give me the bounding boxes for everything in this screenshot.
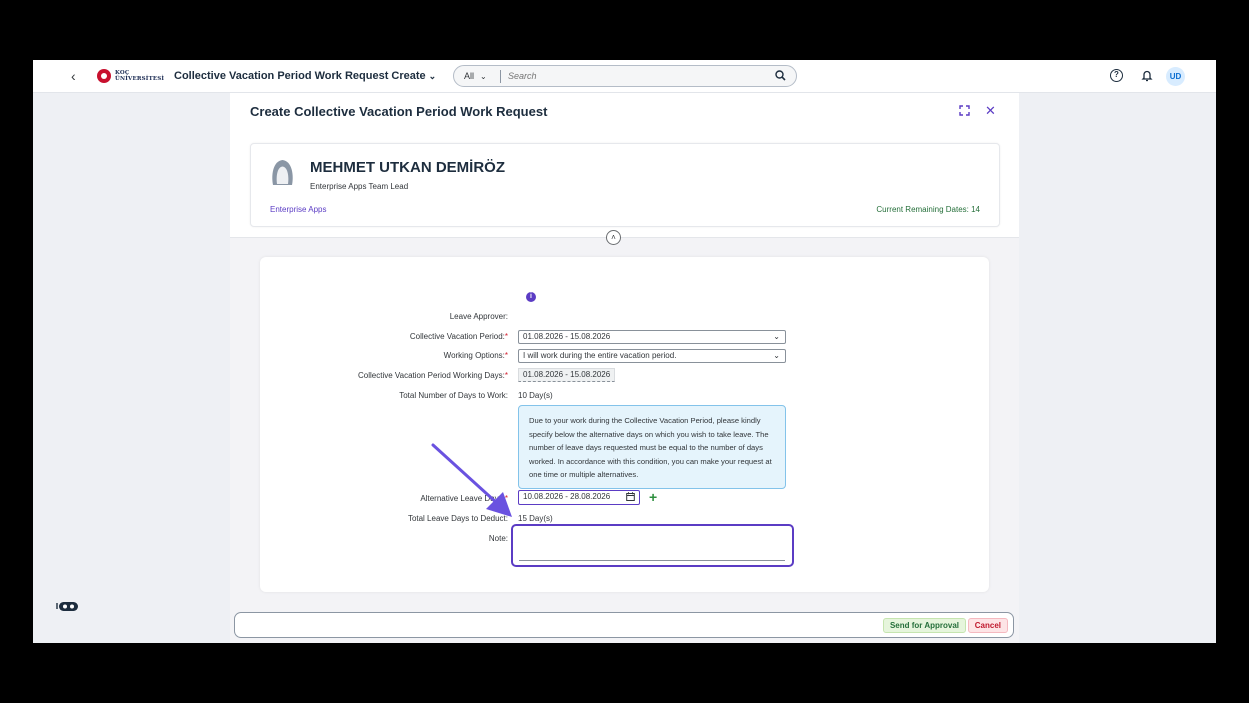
dialog-title: Create Collective Vacation Period Work R… (250, 104, 548, 119)
remaining-dates-status: Current Remaining Dates: 14 (876, 205, 980, 214)
search-input[interactable] (508, 71, 796, 81)
note-textarea[interactable] (519, 530, 785, 561)
cancel-button[interactable]: Cancel (967, 618, 1008, 633)
app-title-menu[interactable]: Collective Vacation Period Work Request … (174, 70, 436, 82)
employee-role: Enterprise Apps Team Lead (310, 182, 409, 191)
note-label: Note: (488, 534, 508, 543)
user-avatar[interactable]: UD (1166, 67, 1185, 86)
chevron-down-icon: ⌄ (428, 71, 437, 81)
person-placeholder-icon (270, 157, 295, 187)
chevron-down-icon: ⌄ (773, 332, 780, 341)
app-screen: ‹ KOÇ ÜNİVERSİTESİ Collective Vacation P… (33, 60, 1216, 643)
close-icon[interactable]: ✕ (985, 103, 996, 119)
send-for-approval-button[interactable]: Send for Approval (882, 618, 966, 633)
shell-bar: ‹ KOÇ ÜNİVERSİTESİ Collective Vacation P… (33, 60, 1216, 93)
chevron-down-icon: ⌄ (480, 71, 487, 81)
collapse-header-button[interactable]: ˄ (606, 230, 621, 245)
working-options-label: Working Options:* (443, 351, 508, 360)
back-icon[interactable]: ‹ (71, 68, 76, 84)
search-icon[interactable] (775, 70, 786, 84)
logo-line-2: ÜNİVERSİTESİ (115, 76, 165, 82)
bell-icon[interactable] (1141, 69, 1153, 87)
search-scope-label: All (464, 71, 475, 81)
assistant-icon[interactable] (56, 600, 81, 613)
add-alternative-icon[interactable]: + (649, 489, 657, 505)
search-divider (500, 69, 501, 83)
create-request-dialog: Create Collective Vacation Period Work R… (230, 93, 1019, 643)
leave-approver-label: Leave Approver: (449, 312, 508, 321)
note-highlight (511, 524, 794, 567)
info-message: Due to your work during the Collective V… (518, 405, 786, 489)
app-title: Collective Vacation Period Work Request … (174, 70, 426, 82)
university-logo[interactable]: KOÇ ÜNİVERSİTESİ (97, 69, 164, 83)
dialog-footer: Send for Approval Cancel (234, 612, 1014, 638)
employee-department-link[interactable]: Enterprise Apps (270, 205, 326, 214)
search-bar: All ⌄ (453, 65, 797, 87)
annotation-arrow-icon (431, 443, 512, 517)
dialog-header: Create Collective Vacation Period Work R… (230, 93, 1019, 238)
calendar-icon[interactable] (626, 492, 635, 504)
employee-name: MEHMET UTKAN DEMİRÖZ (310, 159, 505, 176)
logo-mark-icon (97, 69, 111, 83)
request-form: i Leave Approver: Collective Vacation Pe… (260, 257, 989, 592)
working-options-select[interactable]: I will work during the entire vacation p… (518, 349, 786, 363)
alt-days-date-range[interactable]: 10.08.2026 - 28.08.2026 (518, 490, 640, 505)
working-days-token[interactable]: 01.08.2026 - 15.08.2026 (518, 368, 616, 382)
alt-days-value: 10.08.2026 - 28.08.2026 (523, 492, 611, 501)
total-work-label: Total Number of Days to Work: (399, 391, 508, 400)
chevron-down-icon: ⌄ (773, 351, 780, 360)
period-label: Collective Vacation Period:* (409, 332, 508, 341)
period-select-value: 01.08.2026 - 15.08.2026 (523, 332, 611, 341)
employee-card: MEHMET UTKAN DEMİRÖZ Enterprise Apps Tea… (250, 143, 1000, 227)
search-scope-select[interactable]: All ⌄ (454, 71, 500, 81)
working-options-value: I will work during the entire vacation p… (523, 351, 677, 360)
help-icon[interactable]: ? (1110, 69, 1123, 82)
info-icon[interactable]: i (526, 292, 536, 302)
fullscreen-icon[interactable] (959, 105, 970, 119)
total-work-value: 10 Day(s) (518, 391, 553, 400)
working-days-label: Collective Vacation Period Working Days:… (357, 371, 508, 380)
period-select[interactable]: 01.08.2026 - 15.08.2026 ⌄ (518, 330, 786, 344)
total-deduct-value: 15 Day(s) (518, 514, 553, 523)
